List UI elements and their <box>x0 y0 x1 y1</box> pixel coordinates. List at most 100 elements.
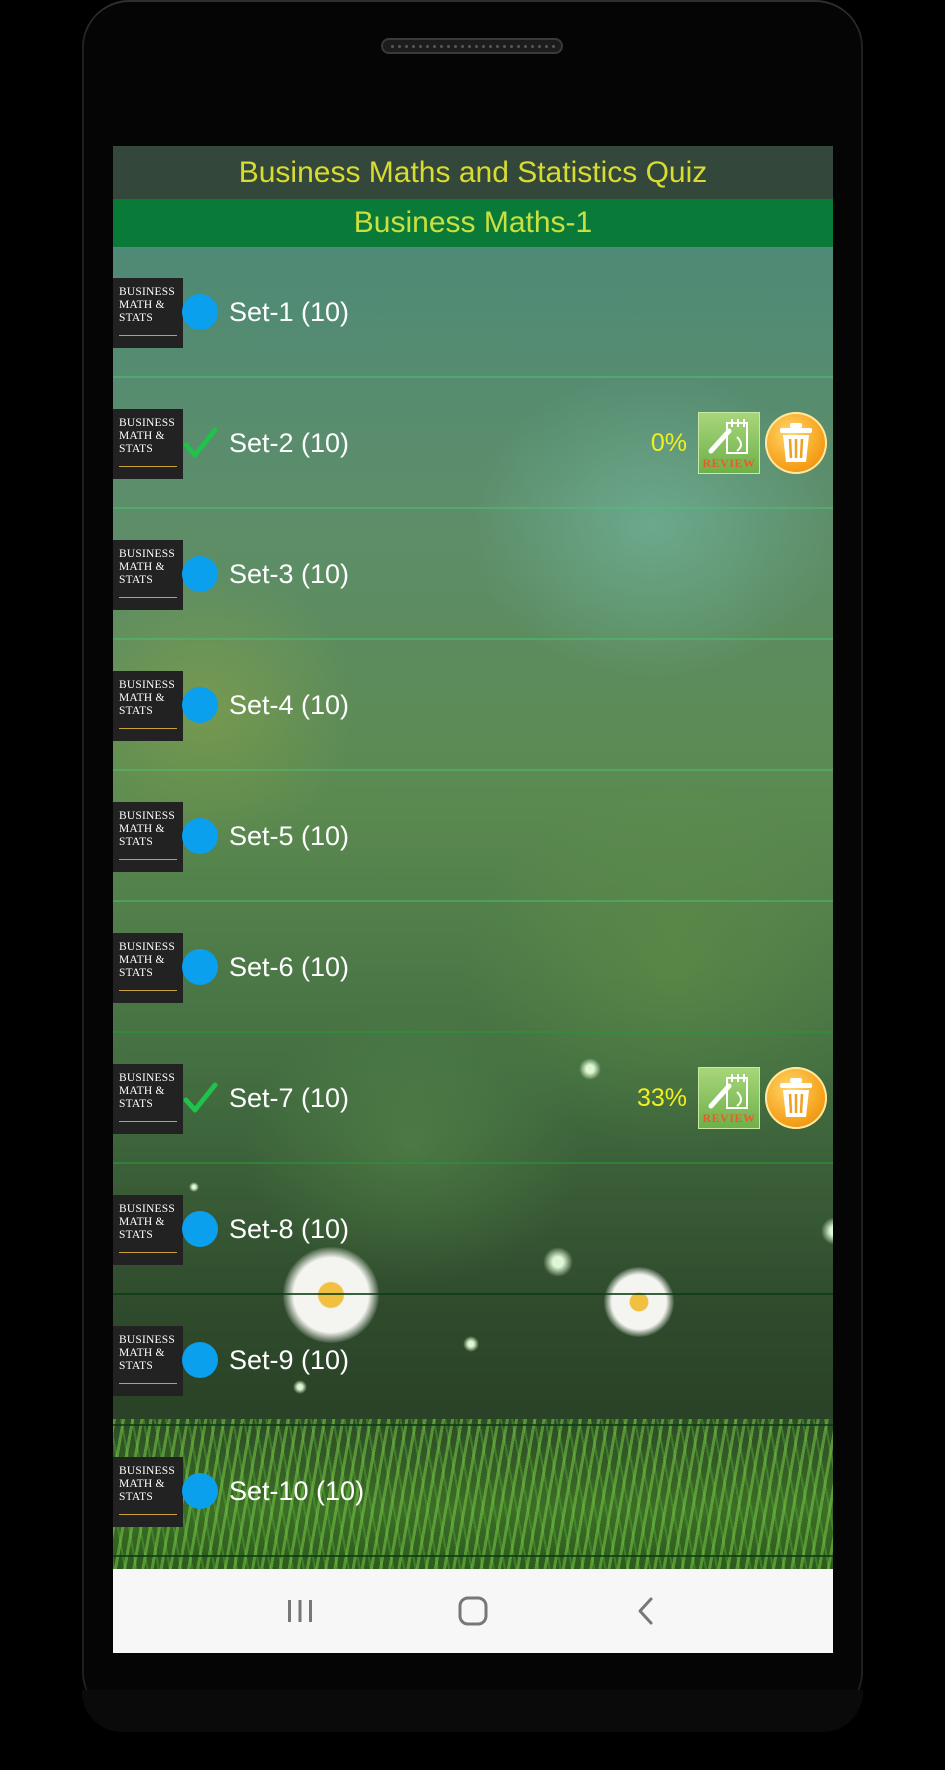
thumbnail-text: BUSINESS <box>119 810 175 822</box>
thumbnail-text: STATS <box>119 1098 153 1110</box>
thumbnail-text: STATS <box>119 443 153 455</box>
app-title: Business Maths and Statistics Quiz <box>238 155 708 189</box>
thumbnail-text: STATS <box>119 836 153 848</box>
phone-speaker <box>381 38 563 54</box>
set-label: Set-5 (10) <box>229 821 350 851</box>
thumbnail-text: BUSINESS <box>119 1072 175 1084</box>
quiz-thumbnail: BUSINESS MATH & STATS <box>113 540 183 610</box>
set-label: Set-3 (10) <box>229 559 350 589</box>
set-label: Set-2 (10) <box>229 428 350 458</box>
set-label: Set-8 (10) <box>229 1214 350 1244</box>
thumbnail-text: MATH & <box>119 1216 165 1228</box>
thumbnail-text: MATH & <box>119 561 165 573</box>
thumbnail-rule <box>119 597 177 598</box>
set-row[interactable]: BUSINESS MATH & STATS Set-4 (10) <box>113 640 833 771</box>
thumbnail-rule <box>119 335 177 336</box>
thumbnail-rule <box>119 1252 177 1253</box>
app-screen: Business Maths and Statistics Quiz Busin… <box>113 146 833 1653</box>
set-row[interactable]: BUSINESS MATH & STATS Set-6 (10) <box>113 902 833 1033</box>
review-label: REVIEW <box>702 1111 756 1125</box>
set-row[interactable]: BUSINESS MATH & STATS Set-5 (10) <box>113 771 833 902</box>
review-button[interactable]: REVIEW <box>698 1067 760 1129</box>
set-label: Set-1 (10) <box>229 297 350 327</box>
thumbnail-text: STATS <box>119 1491 153 1503</box>
thumbnail-text: STATS <box>119 574 153 586</box>
back-icon[interactable] <box>616 1586 676 1636</box>
thumbnail-text: STATS <box>119 967 153 979</box>
status-dot-icon <box>182 687 218 723</box>
thumbnail-rule <box>119 728 177 729</box>
trash-icon <box>780 423 812 462</box>
quiz-thumbnail: BUSINESS MATH & STATS <box>113 1195 183 1265</box>
set-label: Set-10 (10) <box>229 1476 365 1506</box>
thumbnail-text: STATS <box>119 705 153 717</box>
app-title-bar: Business Maths and Statistics Quiz <box>113 146 833 199</box>
thumbnail-text: BUSINESS <box>119 286 175 298</box>
thumbnail-text: BUSINESS <box>119 1334 175 1346</box>
quiz-thumbnail: BUSINESS MATH & STATS <box>113 802 183 872</box>
thumbnail-text: BUSINESS <box>119 1203 175 1215</box>
set-row[interactable]: BUSINESS MATH & STATS Set-1 (10) <box>113 247 833 378</box>
quiz-thumbnail: BUSINESS MATH & STATS <box>113 1326 183 1396</box>
status-dot-icon <box>182 1342 218 1378</box>
quiz-thumbnail: BUSINESS MATH & STATS <box>113 1457 183 1527</box>
set-row[interactable]: BUSINESS MATH & STATS Set-3 (10) <box>113 509 833 640</box>
thumbnail-text: BUSINESS <box>119 941 175 953</box>
thumbnail-text: STATS <box>119 312 153 324</box>
set-label: Set-9 (10) <box>229 1345 350 1375</box>
review-icon <box>708 419 748 454</box>
thumbnail-text: MATH & <box>119 1347 165 1359</box>
set-row[interactable]: BUSINESS MATH & STATS Set-2 (10) 0% REVIEW <box>113 378 833 509</box>
thumbnail-text: MATH & <box>119 1478 165 1490</box>
recents-icon[interactable] <box>270 1586 330 1636</box>
status-dot-icon <box>182 294 218 330</box>
set-row[interactable]: BUSINESS MATH & STATS Set-7 (10) 33% REVIEW <box>113 1033 833 1164</box>
status-dot-icon <box>182 818 218 854</box>
phone-bottom-bezel <box>82 1690 863 1732</box>
home-icon[interactable] <box>443 1586 503 1636</box>
delete-button[interactable] <box>765 412 827 474</box>
thumbnail-text: MATH & <box>119 430 165 442</box>
set-label: Set-7 (10) <box>229 1083 350 1113</box>
trash-icon <box>780 1078 812 1117</box>
set-list: BUSINESS MATH & STATS Set-1 (10) BUSINESS MAT… <box>113 247 833 1557</box>
delete-button[interactable] <box>765 1067 827 1129</box>
section-title: Business Maths-1 <box>353 206 593 239</box>
thumbnail-rule <box>119 1121 177 1122</box>
set-label: Set-4 (10) <box>229 690 350 720</box>
status-dot-icon <box>182 949 218 985</box>
thumbnail-rule <box>119 990 177 991</box>
score-text: 33% <box>636 1084 687 1112</box>
quiz-thumbnail: BUSINESS MATH & STATS <box>113 671 183 741</box>
thumbnail-text: MATH & <box>119 692 165 704</box>
thumbnail-rule <box>119 466 177 467</box>
thumbnail-rule <box>119 1514 177 1515</box>
quiz-thumbnail: BUSINESS MATH & STATS <box>113 1064 183 1134</box>
review-label: REVIEW <box>702 456 756 470</box>
checkmark-icon <box>182 425 218 461</box>
thumbnail-text: STATS <box>119 1360 153 1372</box>
review-icon <box>708 1074 748 1109</box>
thumbnail-text: BUSINESS <box>119 679 175 691</box>
quiz-thumbnail: BUSINESS MATH & STATS <box>113 409 183 479</box>
set-label: Set-6 (10) <box>229 952 350 982</box>
review-button[interactable]: REVIEW <box>698 412 760 474</box>
android-navigation-bar <box>113 1569 833 1653</box>
checkmark-icon <box>182 1080 218 1116</box>
set-row[interactable]: BUSINESS MATH & STATS Set-9 (10) <box>113 1295 833 1426</box>
thumbnail-text: BUSINESS <box>119 1465 175 1477</box>
thumbnail-text: MATH & <box>119 954 165 966</box>
thumbnail-rule <box>119 859 177 860</box>
set-row[interactable]: BUSINESS MATH & STATS Set-10 (10) <box>113 1426 833 1557</box>
status-dot-icon <box>182 556 218 592</box>
status-dot-icon <box>182 1473 218 1509</box>
thumbnail-text: BUSINESS <box>119 548 175 560</box>
thumbnail-rule <box>119 1383 177 1384</box>
set-row[interactable]: BUSINESS MATH & STATS Set-8 (10) <box>113 1164 833 1295</box>
thumbnail-text: MATH & <box>119 823 165 835</box>
thumbnail-text: MATH & <box>119 1085 165 1097</box>
thumbnail-text: BUSINESS <box>119 417 175 429</box>
section-header: Business Maths-1 <box>113 199 833 248</box>
thumbnail-text: MATH & <box>119 299 165 311</box>
status-dot-icon <box>182 1211 218 1247</box>
